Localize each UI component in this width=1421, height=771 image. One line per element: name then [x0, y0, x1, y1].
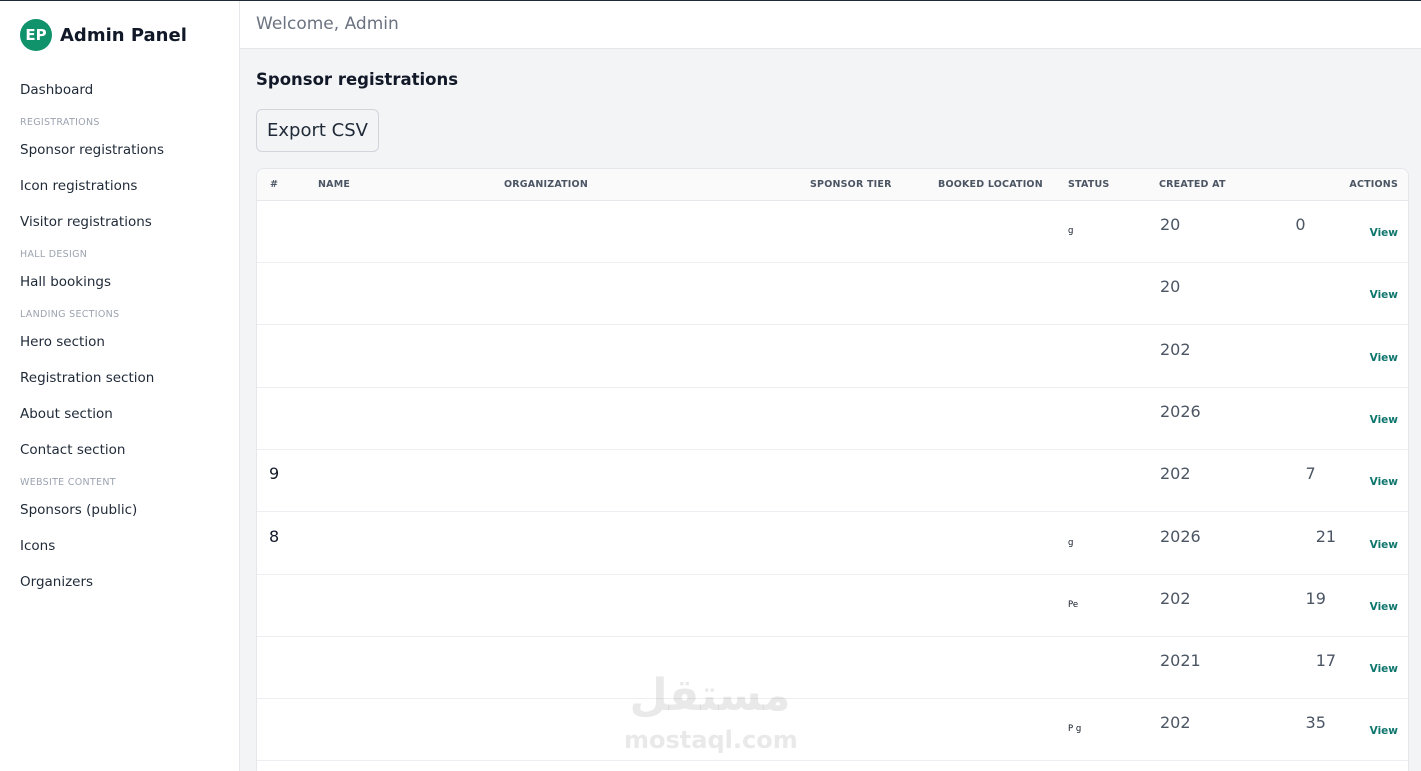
view-link[interactable]: View	[1370, 414, 1398, 426]
top-bar: Welcome, Admin	[240, 1, 1421, 49]
row-created-at-end: 35	[1305, 713, 1326, 733]
row-created-at: 202 7	[1160, 464, 1316, 483]
view-link[interactable]: View	[1370, 725, 1398, 737]
row-created-at: 20	[1160, 277, 1295, 296]
sidebar-item-icon-registrations[interactable]: Icon registrations	[0, 171, 239, 207]
sidebar-item-organizers[interactable]: Organizers	[0, 567, 239, 603]
sidebar-item-visitor-registrations[interactable]: Visitor registrations	[0, 207, 239, 243]
brand-logo: EP	[20, 19, 52, 51]
row-created-at: 2026	[1160, 402, 1316, 421]
table-row: 2026 View	[257, 388, 1408, 450]
top-border	[0, 0, 1421, 1]
row-created-at-start: 20	[1160, 277, 1181, 297]
row-status: P g	[1068, 724, 1082, 735]
row-number: 8	[269, 526, 280, 546]
column-header-booked-location: BOOKED LOCATION	[938, 179, 1043, 190]
view-link[interactable]: View	[1370, 663, 1398, 675]
row-created-at-end: 7	[1305, 464, 1316, 484]
row-created-at: 2021 17	[1160, 651, 1336, 670]
page-title: Sponsor registrations	[256, 70, 459, 89]
view-link[interactable]: View	[1370, 476, 1398, 488]
registrations-table: # NAME ORGANIZATION SPONSOR TIER BOOKED …	[256, 168, 1409, 771]
sidebar-item-hero-section[interactable]: Hero section	[0, 327, 239, 363]
sidebar-group-landing-sections: LANDING SECTIONS	[20, 309, 120, 320]
row-created-at: 202	[1160, 340, 1306, 359]
row-created-at-start: 202	[1160, 713, 1191, 733]
table-row: 20 View	[257, 263, 1408, 326]
column-header-name: NAME	[318, 179, 351, 190]
sidebar-item-hall-bookings[interactable]: Hall bookings	[0, 267, 239, 303]
table-row: 9 202 7 View	[257, 450, 1408, 513]
column-header-status: STATUS	[1068, 179, 1110, 190]
sidebar-item-about-section[interactable]: About section	[0, 399, 239, 435]
column-header-organization: ORGANIZATION	[504, 179, 588, 190]
row-created-at-start: 202	[1160, 464, 1191, 484]
column-header-created-at: CREATED AT	[1159, 179, 1226, 190]
row-status: Pe	[1068, 599, 1079, 610]
sidebar-item-dashboard[interactable]: Dashboard	[0, 75, 239, 111]
table-row: g 20 0 View	[257, 201, 1408, 263]
sidebar-item-sponsor-registrations[interactable]: Sponsor registrations	[0, 135, 239, 171]
row-created-at-start: 2026	[1160, 526, 1201, 546]
view-link[interactable]: View	[1370, 289, 1398, 301]
view-link[interactable]: View	[1370, 539, 1398, 551]
column-header-number: #	[270, 179, 279, 190]
row-created-at: 202 19	[1160, 589, 1326, 608]
table-row: P g 202 35 View	[257, 699, 1408, 762]
sidebar-item-icons[interactable]: Icons	[0, 531, 239, 567]
row-created-at-end: 0	[1295, 215, 1306, 234]
table-header: # NAME ORGANIZATION SPONSOR TIER BOOKED …	[257, 169, 1408, 201]
row-status: g	[1068, 537, 1074, 548]
sidebar-nav: Dashboard REGISTRATIONS Sponsor registrati…	[0, 75, 239, 603]
row-created-at-start: 2021	[1160, 651, 1201, 671]
row-created-at-end: 17	[1315, 651, 1337, 671]
row-status: g	[1068, 226, 1074, 236]
table-row: 202 View	[257, 326, 1408, 388]
row-created-at-start: 2026	[1160, 401, 1201, 421]
row-created-at-end: 19	[1305, 588, 1326, 608]
sidebar-item-registration-section[interactable]: Registration section	[0, 363, 239, 399]
view-link[interactable]: View	[1370, 601, 1398, 613]
row-created-at-start: 202	[1160, 588, 1191, 608]
sidebar-group-registrations: REGISTRATIONS	[20, 117, 100, 128]
sidebar-group-hall-design: HALL DESIGN	[20, 249, 88, 260]
column-header-sponsor-tier: SPONSOR TIER	[810, 179, 892, 190]
row-created-at: 202 35	[1160, 713, 1326, 732]
brand[interactable]: EP Admin Panel	[20, 19, 187, 51]
export-csv-button[interactable]: Export CSV	[256, 109, 379, 152]
table-row: 8 g 2026 21 View	[257, 513, 1408, 575]
row-created-at: 20 0	[1160, 215, 1306, 234]
welcome-text: Welcome, Admin	[256, 14, 399, 34]
row-created-at-end: 21	[1315, 526, 1337, 546]
row-created-at: 2026 21	[1160, 527, 1336, 546]
sidebar-item-contact-section[interactable]: Contact section	[0, 435, 239, 471]
column-header-actions: ACTIONS	[1349, 179, 1398, 190]
brand-name: Admin Panel	[60, 24, 187, 46]
table-row: 2021 17 View	[257, 637, 1408, 700]
view-link[interactable]: View	[1370, 352, 1398, 364]
sidebar-group-website-content: WEBSITE CONTENT	[20, 477, 116, 488]
row-created-at-start: 20	[1160, 215, 1181, 234]
row-number: 9	[269, 464, 280, 484]
table-row: Pe 202 19 View	[257, 575, 1408, 637]
view-link[interactable]: View	[1370, 227, 1398, 239]
sidebar-item-sponsors-public[interactable]: Sponsors (public)	[0, 495, 239, 531]
sidebar: EP Admin Panel Dashboard REGISTRATIONS Spo…	[0, 1, 240, 771]
row-created-at-start: 202	[1160, 339, 1191, 359]
